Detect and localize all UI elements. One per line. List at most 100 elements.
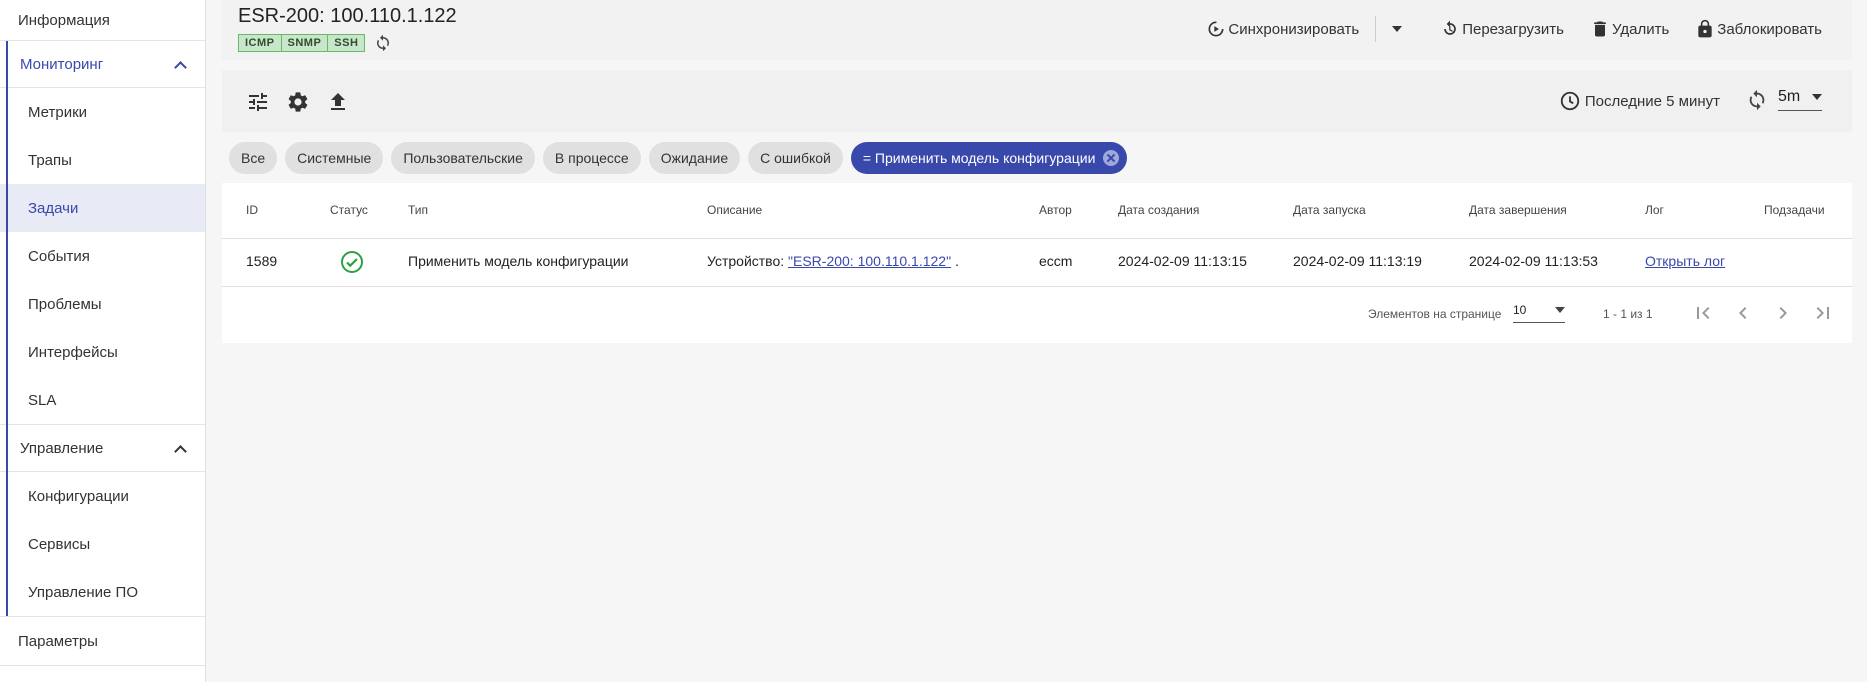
sidebar-item-label: Информация: [18, 11, 110, 29]
reboot-button-label: Перезагрузить: [1462, 20, 1564, 38]
delete-button[interactable]: Удалить: [1590, 19, 1669, 39]
filter-settings-icon[interactable]: [246, 90, 270, 114]
time-period-label: Последние 5 минут: [1584, 92, 1720, 110]
cell-author: eccm: [1039, 253, 1073, 269]
cell-started: 2024-02-09 11:13:19: [1293, 253, 1422, 269]
device-header: ESR-200: 100.110.1.122 ICMP SNMP SSH Син…: [222, 0, 1852, 60]
sidebar-item-label: События: [28, 247, 90, 265]
sidebar-group-label: Управление: [20, 439, 104, 457]
cell-id: 1589: [246, 253, 278, 269]
filter-chips: Все Системные Пользовательские В процесс…: [229, 142, 1135, 174]
sidebar-item-label: Трапы: [28, 151, 72, 169]
sidebar-item-label: Задачи: [28, 199, 79, 217]
column-header-id[interactable]: ID: [246, 203, 258, 217]
refresh-interval-value: 5m: [1778, 88, 1801, 105]
badge-icmp: ICMP: [238, 34, 282, 52]
sidebar-item-label: Проблемы: [28, 295, 102, 313]
sidebar-item-params[interactable]: Параметры: [0, 616, 205, 666]
sidebar-group-monitoring: Мониторинг Метрики Трапы Задачи События …: [0, 41, 205, 424]
protocol-badges: ICMP SNMP SSH: [238, 34, 392, 52]
page-size-value: 10: [1513, 303, 1527, 317]
delete-button-label: Удалить: [1612, 20, 1670, 38]
description-suffix: .: [951, 253, 959, 269]
sidebar-item-label: Метрики: [28, 103, 88, 121]
page-size-label: Элементов на странице: [1368, 307, 1502, 321]
chip-in-progress[interactable]: В процессе: [542, 142, 641, 174]
sidebar-group-monitoring-header[interactable]: Мониторинг: [0, 41, 205, 88]
sync-dropdown-icon[interactable]: [1392, 26, 1403, 32]
page-range: 1 - 1 из 1: [1603, 307, 1653, 321]
sidebar-item-problems[interactable]: Проблемы: [0, 280, 205, 328]
table-row[interactable]: 1589 Применить модель конфигурации Устро…: [222, 238, 1852, 287]
auto-refresh: 5m: [1746, 88, 1822, 111]
chip-system[interactable]: Системные: [285, 142, 384, 174]
sync-button-label: Синхронизировать: [1228, 20, 1360, 38]
gear-icon[interactable]: [286, 90, 310, 114]
column-header-author[interactable]: Автор: [1039, 203, 1072, 217]
chevron-up-icon: [175, 443, 185, 453]
chip-user[interactable]: Пользовательские: [391, 142, 535, 174]
cell-created: 2024-02-09 11:13:15: [1118, 253, 1247, 269]
open-log-link[interactable]: Открыть лог: [1645, 253, 1725, 269]
chip-all[interactable]: Все: [229, 142, 278, 174]
reboot-button[interactable]: Перезагрузить: [1440, 19, 1564, 39]
page-size-select[interactable]: 10: [1513, 303, 1565, 323]
sidebar-item-info[interactable]: Информация: [0, 0, 205, 41]
first-page-icon[interactable]: [1691, 301, 1715, 325]
lock-button[interactable]: Заблокировать: [1695, 19, 1822, 39]
column-header-finished[interactable]: Дата завершения: [1469, 203, 1567, 217]
cell-type: Применить модель конфигурации: [408, 253, 629, 269]
sidebar-group-management-header[interactable]: Управление: [0, 424, 205, 472]
cell-finished: 2024-02-09 11:13:53: [1469, 253, 1598, 269]
badge-snmp: SNMP: [281, 34, 329, 52]
trash-icon: [1594, 21, 1606, 37]
column-header-started[interactable]: Дата запуска: [1293, 203, 1366, 217]
cell-description: Устройство: "ESR-200: 100.110.1.122" .: [707, 253, 959, 269]
description-prefix: Устройство:: [707, 253, 789, 269]
refresh-icon[interactable]: [1746, 89, 1768, 111]
clock-icon: [1560, 91, 1579, 111]
restart-icon: [1444, 20, 1457, 35]
chip-waiting[interactable]: Ожидание: [648, 142, 741, 174]
chip-active-filter[interactable]: = Применить модель конфигурации: [850, 142, 1128, 174]
export-upload-icon[interactable]: [326, 90, 350, 114]
sidebar-item-traps[interactable]: Трапы: [0, 136, 205, 184]
chevron-up-icon: [175, 59, 185, 69]
header-actions: Синхронизировать Перезагрузить Удалить З…: [1180, 16, 1822, 42]
sidebar-item-metrics[interactable]: Метрики: [0, 88, 205, 136]
column-header-created[interactable]: Дата создания: [1118, 203, 1199, 217]
sidebar-item-interfaces[interactable]: Интерфейсы: [0, 328, 205, 376]
column-header-log[interactable]: Лог: [1645, 203, 1664, 217]
close-icon[interactable]: [1103, 150, 1120, 166]
lock-button-label: Заблокировать: [1717, 20, 1822, 38]
sidebar-item-software[interactable]: Управление ПО: [0, 568, 205, 616]
page-title: ESR-200: 100.110.1.122: [238, 5, 457, 27]
lock-icon: [1698, 19, 1712, 38]
check-circle-icon: [341, 251, 363, 273]
refresh-interval-select[interactable]: 5m: [1778, 88, 1822, 111]
sidebar-item-events[interactable]: События: [0, 232, 205, 280]
sidebar-item-services[interactable]: Сервисы: [0, 520, 205, 568]
next-page-icon[interactable]: [1771, 301, 1795, 325]
sidebar: Информация Мониторинг Метрики Трапы Зада…: [0, 0, 206, 682]
sync-button[interactable]: Синхронизировать: [1206, 19, 1359, 39]
chip-error[interactable]: С ошибкой: [748, 142, 843, 174]
sidebar-item-tasks[interactable]: Задачи: [0, 184, 205, 232]
refresh-status-icon[interactable]: [374, 34, 392, 52]
time-period-selector[interactable]: Последние 5 минут: [1559, 90, 1720, 112]
column-header-subtasks[interactable]: Подзадачи: [1764, 203, 1825, 217]
device-link[interactable]: "ESR-200: 100.110.1.122": [788, 253, 951, 269]
sidebar-item-label: Управление ПО: [28, 583, 139, 601]
prev-page-icon[interactable]: [1731, 301, 1755, 325]
column-header-type[interactable]: Тип: [408, 203, 428, 217]
tasks-toolbar: Последние 5 минут 5m: [222, 70, 1852, 132]
last-page-icon[interactable]: [1811, 301, 1835, 325]
column-header-status[interactable]: Статус: [330, 203, 368, 217]
sidebar-item-label: SLA: [28, 391, 57, 409]
sidebar-item-configurations[interactable]: Конфигурации: [0, 472, 205, 520]
sidebar-item-label: Параметры: [18, 632, 98, 650]
sidebar-item-sla[interactable]: SLA: [0, 376, 205, 424]
column-header-description[interactable]: Описание: [707, 203, 762, 217]
pagination: Элементов на странице 10 1 - 1 из 1: [222, 286, 1852, 343]
active-filter-label: = Применить модель конфигурации: [862, 150, 1096, 166]
